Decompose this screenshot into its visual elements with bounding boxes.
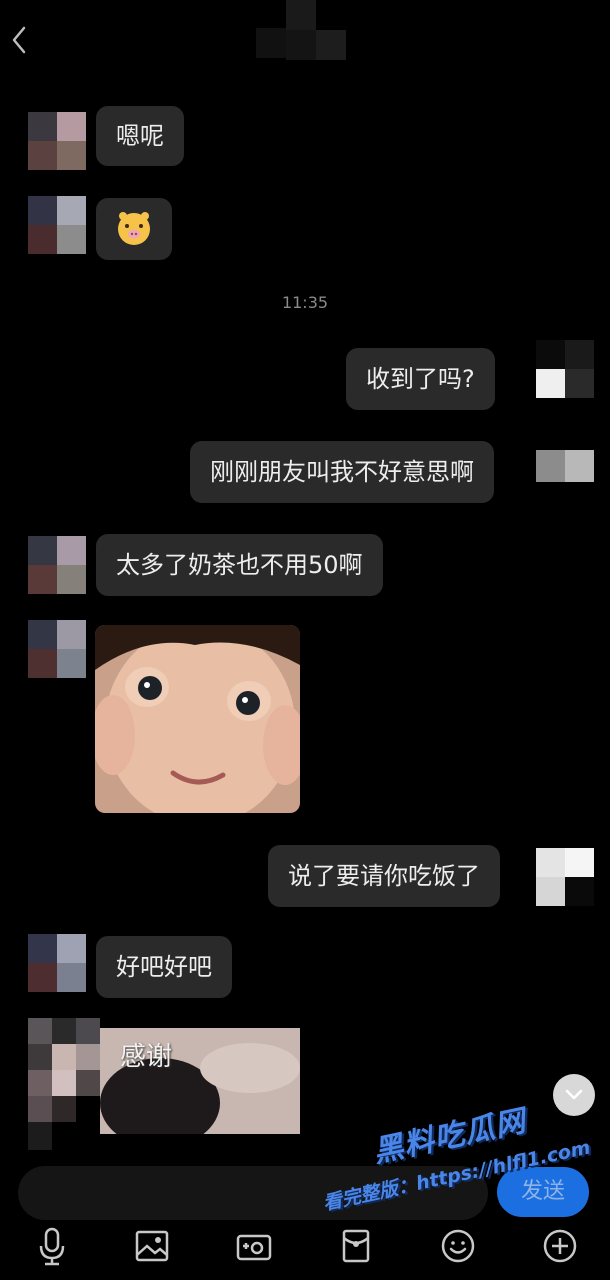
message-bubble[interactable]: [96, 198, 172, 260]
message-text: 好吧好吧: [116, 953, 212, 981]
album-button[interactable]: [132, 1224, 172, 1268]
timestamp: 11:35: [281, 293, 329, 312]
message-text: 太多了奶茶也不用50啊: [116, 551, 363, 579]
avatar[interactable]: [28, 112, 86, 170]
camera-icon: [236, 1234, 272, 1261]
thanks-sticker-image[interactable]: 感谢: [100, 1028, 300, 1134]
avatar[interactable]: [536, 450, 594, 482]
chevron-left-icon: [12, 26, 26, 54]
message-bubble[interactable]: 好吧好吧: [96, 936, 232, 998]
avatar[interactable]: [28, 196, 86, 254]
message-text: 收到了吗?: [366, 365, 475, 393]
plus-icon: [543, 1229, 577, 1263]
camera-button[interactable]: [234, 1224, 274, 1268]
image-icon: [135, 1230, 169, 1262]
emoji-button[interactable]: [438, 1224, 478, 1268]
pig-face-icon: [118, 212, 150, 245]
message-text: 刚刚朋友叫我不好意思啊: [210, 458, 474, 486]
avatar[interactable]: [28, 536, 86, 594]
chat-header: [0, 0, 610, 80]
message-text: 嗯呢: [116, 122, 164, 150]
avatar[interactable]: [28, 934, 86, 992]
voice-button[interactable]: [32, 1224, 72, 1268]
input-toolbar: [0, 1212, 610, 1280]
message-bubble[interactable]: 刚刚朋友叫我不好意思啊: [190, 441, 494, 503]
avatar[interactable]: [536, 848, 594, 906]
child-face-image: [95, 625, 300, 813]
message-bubble[interactable]: 太多了奶茶也不用50啊: [96, 534, 383, 596]
more-button[interactable]: [540, 1224, 580, 1268]
back-button[interactable]: [6, 22, 34, 58]
sticker-image[interactable]: [95, 625, 300, 813]
message-bubble[interactable]: 收到了吗?: [346, 348, 495, 410]
message-bubble[interactable]: 嗯呢: [96, 106, 184, 166]
avatar[interactable]: [28, 620, 86, 678]
emoji-icon: [441, 1229, 475, 1263]
sticker-caption: 感谢: [120, 1042, 173, 1072]
avatar[interactable]: [28, 1018, 100, 1150]
microphone-icon: [39, 1227, 65, 1266]
contact-name-redacted: [228, 0, 378, 80]
avatar[interactable]: [536, 340, 594, 398]
message-text: 说了要请你吃饭了: [288, 862, 480, 890]
message-bubble[interactable]: 说了要请你吃饭了: [268, 845, 500, 907]
